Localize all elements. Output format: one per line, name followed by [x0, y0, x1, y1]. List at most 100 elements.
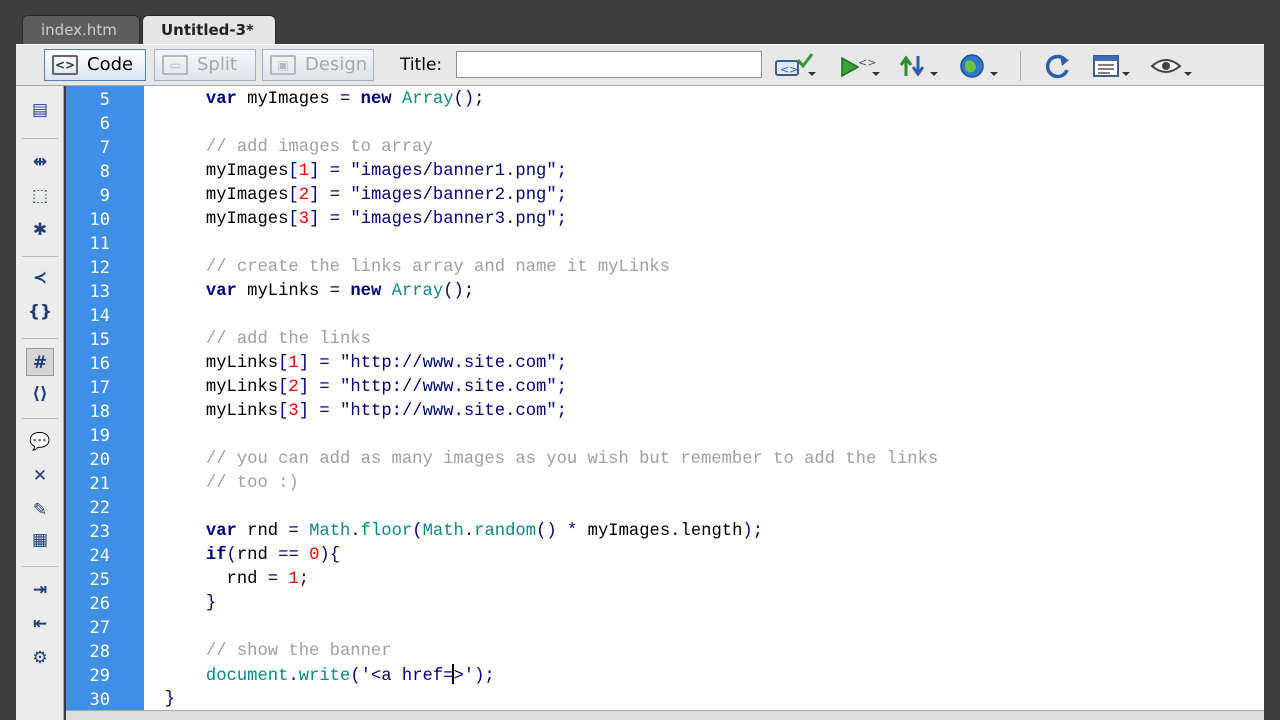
toolbar-separator — [22, 138, 58, 139]
wrap-tag-icon[interactable]: ✎ — [26, 496, 54, 524]
code-token: = — [329, 282, 340, 301]
visual-aids-icon[interactable] — [1148, 52, 1194, 80]
browser-check-icon[interactable] — [956, 52, 1002, 80]
code-token: . — [288, 667, 299, 686]
outdent-code-icon[interactable]: ⇤ — [26, 610, 54, 638]
code-line: myLinks[2] = "http://www.site.com"; — [144, 376, 567, 400]
code-token: [ — [278, 378, 289, 397]
line-number: 12 — [89, 258, 110, 278]
code-token: rnd — [236, 546, 279, 565]
highlight-invalid-code-icon[interactable]: ⟨⟩ — [26, 380, 54, 408]
code-token: } — [205, 594, 217, 613]
line-number: 23 — [89, 522, 110, 542]
refresh-icon[interactable] — [1036, 52, 1082, 80]
remove-comment-icon[interactable]: ✕ — [26, 462, 54, 490]
code-token: 2 — [298, 186, 310, 205]
tab-untitled-3[interactable]: Untitled-3* — [142, 15, 276, 44]
line-number: 28 — [89, 642, 110, 662]
code-line: myLinks[3] = "http://www.site.com"; — [144, 400, 567, 424]
code-token: ; — [556, 186, 567, 205]
code-view-button[interactable]: <> Code — [44, 49, 146, 81]
validate-markup-icon[interactable]: <> — [772, 52, 818, 80]
title-input[interactable] — [456, 51, 762, 78]
code-token: = — [288, 522, 299, 541]
code-line: myImages[2] = "images/banner2.png"; — [144, 184, 567, 208]
preview-icon[interactable]: <> — [836, 52, 882, 80]
code-token: ; — [556, 210, 567, 229]
toolbar-separator — [22, 256, 58, 257]
recent-snippets-icon[interactable]: ▦ — [26, 526, 54, 554]
code-token: "http://www.site.com" — [340, 378, 557, 397]
collapse-selection-icon[interactable]: ⬚ — [26, 182, 54, 210]
line-number: 8 — [99, 162, 110, 182]
code-token: myImages.length — [577, 522, 743, 541]
code-token: // add images to array — [205, 138, 433, 157]
code-token: 1 — [288, 354, 299, 373]
code-token: myImages — [236, 90, 340, 109]
balance-braces-icon[interactable]: {} — [26, 298, 54, 326]
format-source-icon[interactable]: ⚙ — [26, 644, 54, 672]
code-token: ( — [350, 667, 361, 686]
code-token: . — [350, 522, 361, 541]
indent-code-icon[interactable]: ⇥ — [26, 576, 54, 604]
code-token: myImages — [205, 210, 289, 229]
code-line: myLinks[1] = "http://www.site.com"; — [144, 352, 567, 376]
code-line: document.write('<a href=>'); — [144, 664, 495, 688]
line-number: 20 — [89, 450, 110, 470]
code-token: ; — [556, 378, 567, 397]
apply-comment-icon[interactable]: 💬 — [26, 428, 54, 456]
file-management-icon[interactable] — [896, 52, 942, 80]
code-token: var — [205, 522, 237, 541]
line-number: 27 — [89, 618, 110, 638]
code-token: ; — [556, 402, 567, 421]
line-number: 16 — [89, 354, 110, 374]
line-numbers-icon[interactable]: # — [26, 348, 54, 376]
code-token: ){ — [319, 546, 341, 565]
code-token: // add the links — [205, 330, 371, 349]
split-view-button[interactable]: ▭ Split — [154, 49, 256, 81]
code-token: var — [205, 282, 237, 301]
code-line: myImages[3] = "images/banner3.png"; — [144, 208, 567, 232]
line-number: 5 — [99, 90, 110, 110]
horizontal-scrollbar[interactable] — [66, 710, 1264, 720]
open-documents-icon[interactable]: ▤ — [26, 96, 54, 124]
select-parent-tag-icon[interactable]: ≺ — [26, 264, 54, 292]
code-token: write — [298, 667, 351, 686]
code-token: myLinks — [205, 402, 279, 421]
code-line: rnd = 1; — [144, 568, 310, 592]
code-token: rnd — [226, 570, 268, 589]
collapse-full-tag-icon[interactable]: ⇹ — [26, 148, 54, 176]
toolbar-separator — [1020, 51, 1021, 81]
code-token: Math — [422, 522, 464, 541]
expand-all-icon[interactable]: ✱ — [26, 216, 54, 244]
code-token: ] — [309, 186, 320, 205]
code-token: * — [567, 522, 578, 541]
code-token: ; — [556, 354, 567, 373]
code-line: var rnd = Math.floor(Math.random() * myI… — [144, 520, 763, 544]
line-number-gutter: 5 6 7 8 9 10 11 12 13 14 15 16 17 18 19 20 21 22 23 24 25 26 2… — [66, 86, 144, 720]
code-editor[interactable]: var myImages = new Array(); // add image… — [144, 86, 1264, 720]
view-options-icon[interactable] — [1088, 52, 1134, 80]
design-view-button[interactable]: ▣ Design — [262, 49, 374, 81]
tab-index-htm[interactable]: index.htm — [22, 15, 140, 44]
